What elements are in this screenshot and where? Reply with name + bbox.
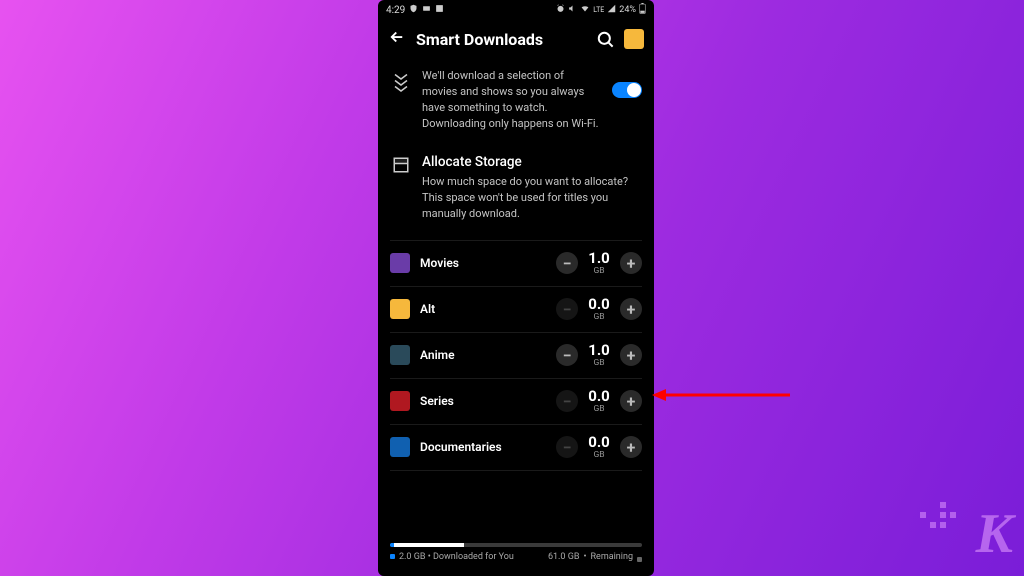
decrease-button[interactable]: − (556, 252, 578, 274)
allocate-storage-title: Allocate Storage (422, 154, 642, 170)
category-list: Movies − 1.0 GB + Alt − 0.0 GB + Anime −… (390, 240, 642, 534)
category-unit: GB (584, 266, 614, 276)
lte-label: LTE (593, 6, 604, 14)
category-thumb (390, 437, 410, 457)
smart-downloads-toggle[interactable] (612, 82, 642, 98)
category-name: Movies (420, 256, 556, 270)
category-name: Anime (420, 348, 556, 362)
profile-avatar[interactable] (624, 29, 644, 49)
decrease-button: − (556, 390, 578, 412)
dot-blue-icon (390, 554, 395, 559)
value-block: 0.0 GB (584, 297, 614, 322)
decrease-button[interactable]: − (556, 344, 578, 366)
phone-screen: 4:29 LTE 24% (378, 0, 654, 576)
increase-button[interactable]: + (620, 436, 642, 458)
value-block: 1.0 GB (584, 251, 614, 276)
image-icon (435, 4, 444, 16)
category-value: 1.0 (584, 251, 614, 266)
category-value: 0.0 (584, 435, 614, 450)
value-block: 1.0 GB (584, 343, 614, 368)
category-row: Movies − 1.0 GB + (390, 240, 642, 287)
category-unit: GB (584, 358, 614, 368)
watermark-dots (920, 502, 956, 528)
signal-icon (607, 4, 616, 16)
status-time: 4:29 (386, 5, 405, 16)
status-bar: 4:29 LTE 24% (378, 0, 654, 20)
category-name: Series (420, 394, 556, 408)
app-header: Smart Downloads (378, 20, 654, 58)
alarm-icon (556, 4, 565, 16)
category-unit: GB (584, 450, 614, 460)
downloaded-value: 2.0 GB (399, 552, 425, 562)
quantity-stepper: − 1.0 GB + (556, 251, 642, 276)
decrease-button: − (556, 298, 578, 320)
downloaded-label: Downloaded for You (433, 552, 514, 562)
category-name: Alt (420, 302, 556, 316)
category-thumb (390, 299, 410, 319)
quantity-stepper: − 1.0 GB + (556, 343, 642, 368)
category-row: Documentaries − 0.0 GB + (390, 425, 642, 471)
category-value: 1.0 (584, 343, 614, 358)
category-thumb (390, 391, 410, 411)
category-thumb (390, 345, 410, 365)
category-row: Series − 0.0 GB + (390, 379, 642, 425)
volume-mute-icon (568, 4, 577, 16)
category-row: Anime − 1.0 GB + (390, 333, 642, 379)
value-block: 0.0 GB (584, 435, 614, 460)
download-queue-icon (390, 68, 412, 93)
increase-button[interactable]: + (620, 390, 642, 412)
quantity-stepper: − 0.0 GB + (556, 389, 642, 414)
back-arrow-icon[interactable] (388, 28, 406, 50)
category-unit: GB (584, 404, 614, 414)
remaining-value: 61.0 GB (548, 552, 580, 564)
storage-labels: 2.0 GB • Downloaded for You 61.0 GB • Re… (390, 552, 642, 564)
quantity-stepper: − 0.0 GB + (556, 297, 642, 322)
storage-seg-used (394, 543, 464, 547)
battery-icon (639, 3, 646, 17)
increase-button[interactable]: + (620, 298, 642, 320)
quantity-stepper: − 0.0 GB + (556, 435, 642, 460)
smart-downloads-info: We'll download a selection of movies and… (390, 68, 642, 132)
category-value: 0.0 (584, 389, 614, 404)
page-title: Smart Downloads (416, 30, 586, 49)
category-name: Documentaries (420, 440, 556, 454)
increase-button[interactable]: + (620, 344, 642, 366)
smart-downloads-description: We'll download a selection of movies and… (422, 68, 602, 132)
annotation-arrow (652, 388, 792, 402)
dot-gray-icon (637, 557, 642, 562)
battery-text: 24% (619, 5, 636, 15)
category-unit: GB (584, 312, 614, 322)
search-icon[interactable] (596, 30, 614, 48)
storage-bar (390, 543, 642, 547)
value-block: 0.0 GB (584, 389, 614, 414)
remaining-label: Remaining (591, 552, 633, 564)
card-icon (422, 4, 431, 16)
decrease-button: − (556, 436, 578, 458)
category-value: 0.0 (584, 297, 614, 312)
allocate-storage-description: How much space do you want to allocate? … (422, 174, 642, 222)
increase-button[interactable]: + (620, 252, 642, 274)
wifi-icon (580, 4, 590, 16)
watermark-logo: K (976, 502, 1010, 566)
category-row: Alt − 0.0 GB + (390, 287, 642, 333)
shield-icon (409, 4, 418, 16)
category-thumb (390, 253, 410, 273)
storage-icon (390, 154, 412, 222)
